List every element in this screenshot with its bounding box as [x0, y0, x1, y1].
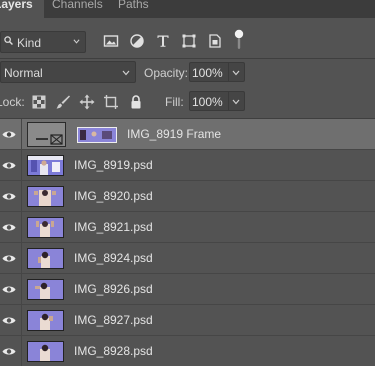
filter-kind-select[interactable]: Kind: [0, 31, 86, 53]
lock-position-icon[interactable]: [79, 94, 95, 110]
layer-thumbnail: [27, 217, 64, 238]
photo-thumbnail: [78, 128, 116, 142]
layer-name: IMG_8927.psd: [74, 313, 153, 327]
chevron-down-icon: [232, 99, 240, 105]
layer-row[interactable]: IMG_8927.psd: [0, 305, 375, 336]
layer-row[interactable]: IMG_8919.psd: [0, 150, 375, 181]
lock-label: Lock:: [0, 95, 25, 109]
chevron-down-icon: [232, 70, 240, 76]
layer-row[interactable]: IMG_8921.psd: [0, 212, 375, 243]
eye-icon: [2, 131, 16, 138]
layer-name: IMG_8928.psd: [74, 344, 153, 358]
visibility-toggle[interactable]: [0, 305, 22, 336]
eye-icon: [2, 286, 16, 293]
layer-thumbnail: [27, 279, 64, 300]
layer-thumbnail: [27, 341, 64, 362]
layer-thumbnail: [27, 248, 64, 269]
opacity-dropdown-button[interactable]: [228, 63, 244, 81]
lock-row: Lock:: [0, 90, 375, 114]
layer-thumbnail: [27, 155, 64, 176]
eye-icon: [2, 162, 16, 169]
chevron-down-icon: [122, 70, 130, 76]
layer-name: IMG_8926.psd: [74, 282, 153, 296]
fill-dropdown-button[interactable]: [228, 92, 244, 110]
visibility-toggle[interactable]: [0, 181, 22, 212]
tab-channels[interactable]: Channels: [52, 0, 103, 18]
lock-all-icon[interactable]: [128, 94, 144, 110]
filter-toggle-icon[interactable]: [232, 29, 246, 51]
visibility-toggle[interactable]: [0, 119, 22, 150]
search-icon: [4, 36, 13, 45]
layer-thumbnail: [27, 186, 64, 207]
eye-icon: [2, 317, 16, 324]
layer-name: IMG_8921.psd: [74, 220, 153, 234]
eye-icon: [2, 224, 16, 231]
opacity-value: 100%: [192, 66, 223, 80]
filter-row: Kind: [0, 28, 375, 56]
lock-artboard-icon[interactable]: [103, 94, 119, 110]
layer-row[interactable]: IMG_8920.psd: [0, 181, 375, 212]
layer-row[interactable]: IMG_8919 Frame: [0, 119, 375, 150]
visibility-toggle[interactable]: [0, 212, 22, 243]
shape-filter-icon[interactable]: [181, 33, 197, 49]
type-filter-icon[interactable]: [155, 33, 171, 49]
opacity-label: Opacity:: [144, 66, 189, 80]
layer-name: IMG_8920.psd: [74, 189, 153, 203]
blend-mode-value: Normal: [4, 66, 43, 80]
lock-transparent-icon[interactable]: [31, 94, 47, 110]
opacity-field[interactable]: 100%: [189, 62, 245, 82]
blend-mode-select[interactable]: Normal: [0, 61, 136, 83]
layer-thumbnail: [27, 310, 64, 331]
fill-field[interactable]: 100%: [189, 91, 245, 111]
layer-name: IMG_8924.psd: [74, 251, 153, 265]
frame-icon: [36, 134, 63, 145]
smart-object-filter-icon[interactable]: [207, 33, 223, 49]
tab-paths[interactable]: Paths: [118, 0, 149, 18]
blend-row: Normal Opacity: 100%: [0, 61, 375, 85]
fill-label: Fill:: [165, 95, 184, 109]
chevron-down-icon: [73, 39, 80, 44]
adjustment-filter-icon[interactable]: [129, 33, 145, 49]
lock-image-icon[interactable]: [55, 94, 71, 110]
layers-panel: Layers Channels Paths Kind: [0, 0, 375, 366]
layer-name: IMG_8919 Frame: [127, 127, 222, 141]
visibility-toggle[interactable]: [0, 336, 22, 366]
visibility-toggle[interactable]: [0, 243, 22, 274]
tab-layers[interactable]: Layers: [0, 0, 44, 18]
layer-row[interactable]: IMG_8926.psd: [0, 274, 375, 305]
eye-icon: [2, 348, 16, 355]
eye-icon: [2, 255, 16, 262]
fill-value: 100%: [192, 95, 223, 109]
frame-thumbnail: [27, 122, 66, 147]
layer-name: IMG_8919.psd: [74, 158, 153, 172]
frame-content-thumbnail: [77, 127, 117, 143]
layer-row[interactable]: IMG_8924.psd: [0, 243, 375, 274]
divider: [0, 58, 375, 59]
eye-icon: [2, 193, 16, 200]
image-filter-icon[interactable]: [103, 33, 119, 49]
panel-tab-bar: Layers Channels Paths: [0, 0, 375, 18]
filter-kind-label: Kind: [17, 36, 42, 50]
visibility-toggle[interactable]: [0, 274, 22, 305]
visibility-toggle[interactable]: [0, 150, 22, 181]
layer-row[interactable]: IMG_8928.psd: [0, 336, 375, 366]
